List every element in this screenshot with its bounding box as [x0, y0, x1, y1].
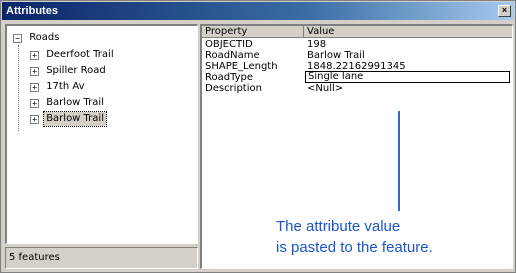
collapse-icon[interactable]: − [13, 33, 22, 43]
column-header-value[interactable]: Value [304, 26, 512, 38]
grid-header: Property Value [202, 26, 512, 38]
status-bar: 5 features [5, 247, 198, 269]
feature-tree[interactable]: − Roads + Deerfoot Trail + Spiller Road … [5, 24, 198, 244]
property-cell: RoadName [205, 50, 260, 61]
expand-icon[interactable]: + [30, 82, 39, 92]
table-row[interactable]: RoadName Barlow Trail [202, 50, 512, 61]
expand-icon[interactable]: + [30, 114, 39, 124]
callout-line [398, 111, 400, 211]
value-cell[interactable]: 198 [307, 39, 507, 50]
tree-item-label: Barlow Trail [46, 97, 104, 108]
feature-count: 5 features [9, 252, 60, 263]
annotation-line-2: is pasted to the feature. [276, 239, 433, 256]
tree-item-deerfoot-trail[interactable]: + Deerfoot Trail [30, 48, 116, 64]
property-cell: RoadType [205, 72, 254, 83]
title-bar: Attributes × [2, 2, 514, 20]
property-cell: OBJECTID [205, 39, 253, 50]
callout-annotation: The attribute value is pasted to the fea… [276, 216, 511, 258]
table-row[interactable]: RoadType Single lane [202, 71, 512, 83]
attribute-grid: Property Value OBJECTID 198 RoadName Bar… [200, 24, 513, 269]
property-cell: SHAPE_Length [205, 61, 278, 72]
close-button[interactable]: × [498, 5, 511, 17]
expand-icon[interactable]: + [30, 50, 39, 60]
tree-item-barlow-trail-selected[interactable]: + Barlow Trail [30, 111, 116, 128]
tree-item-list: + Deerfoot Trail + Spiller Road + 17th A… [30, 48, 116, 128]
tree-item-spiller-road[interactable]: + Spiller Road [30, 64, 116, 80]
annotation-line-1: The attribute value [276, 218, 401, 235]
tree-root-roads[interactable]: − Roads [13, 31, 62, 45]
value-cell[interactable]: <Null> [307, 83, 507, 94]
value-edit-field[interactable]: Single lane [305, 71, 510, 83]
tree-item-label: 17th Av [46, 81, 85, 92]
close-icon: × [501, 5, 508, 15]
column-header-property[interactable]: Property [202, 26, 304, 38]
expand-icon[interactable]: + [30, 98, 39, 108]
window-title: Attributes [6, 5, 58, 17]
tree-item-label: Barlow Trail [43, 111, 107, 127]
expand-icon[interactable]: + [30, 66, 39, 76]
property-cell: Description [205, 83, 262, 94]
table-row[interactable]: OBJECTID 198 [202, 39, 512, 50]
table-row[interactable]: Description <Null> [202, 83, 512, 94]
tree-connector-line [18, 45, 19, 131]
value-cell[interactable]: Barlow Trail [307, 50, 507, 61]
tree-item-label: Spiller Road [46, 65, 106, 76]
tree-item-17th-av[interactable]: + 17th Av [30, 80, 116, 96]
attributes-window: Attributes × − Roads + Deerfoot Trail + … [0, 0, 516, 273]
grid-rows: OBJECTID 198 RoadName Barlow Trail SHAPE… [202, 39, 512, 94]
tree-root-label: Roads [29, 32, 60, 43]
tree-item-barlow-trail[interactable]: + Barlow Trail [30, 96, 116, 112]
tree-item-label: Deerfoot Trail [46, 49, 114, 60]
